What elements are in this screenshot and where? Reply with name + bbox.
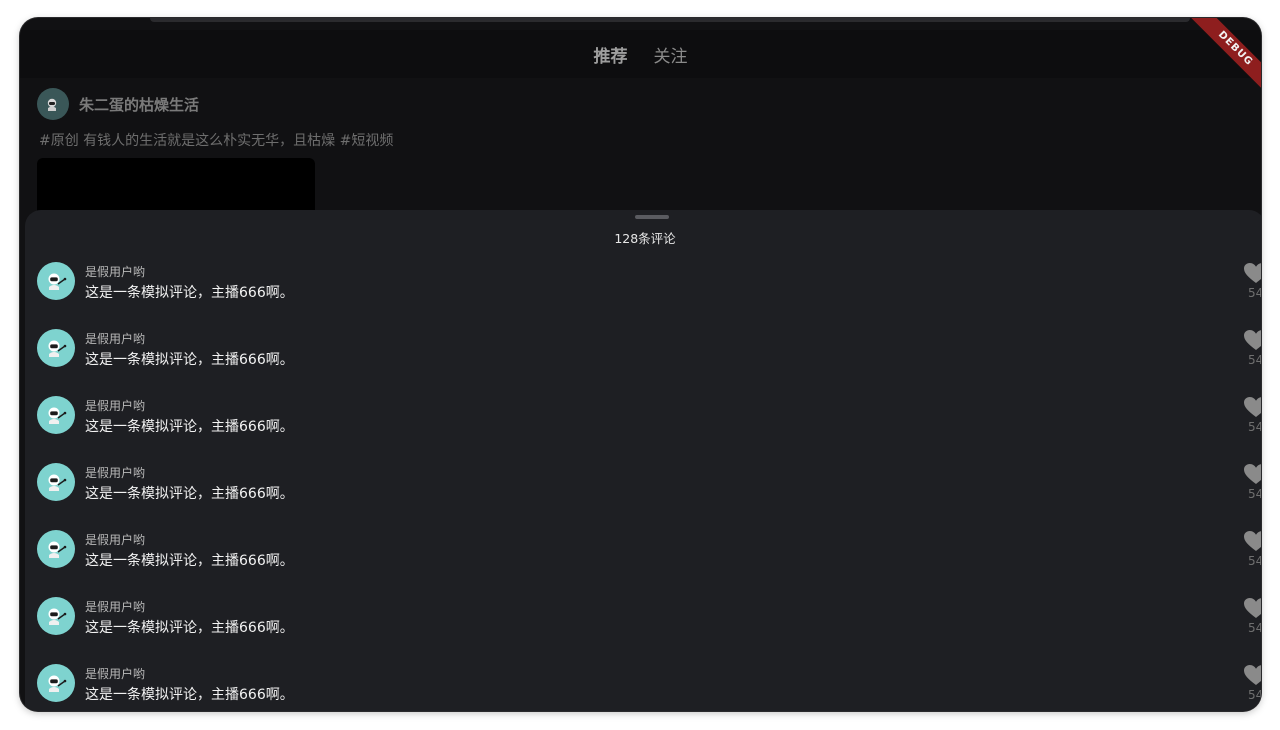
heart-icon[interactable] <box>1243 597 1261 619</box>
like-button[interactable]: 54 <box>1243 262 1261 302</box>
like-button[interactable]: 54 <box>1243 530 1261 570</box>
comment-text: 这是一条模拟评论，主播666啊。 <box>85 553 294 569</box>
comment-text: 这是一条模拟评论，主播666啊。 <box>85 419 294 435</box>
like-count: 54 <box>1248 420 1261 434</box>
author-avatar-icon[interactable] <box>37 88 69 120</box>
comments-count-title: 128条评论 <box>614 231 676 246</box>
comment-item: 是假用户哟 这是一条模拟评论，主播666啊。 54 <box>25 463 1261 530</box>
feed-tabs: 推荐 关注 <box>20 30 1261 78</box>
like-count: 54 <box>1248 621 1261 635</box>
video-description: #原创 有钱人的生活就是这么朴实无华，且枯燥 #短视频 <box>39 133 394 149</box>
app-screen: 推荐 关注 DEBUG 朱二蛋的枯燥生活 #原创 有钱人的生活就是这么朴实无华，… <box>20 18 1261 711</box>
comment-text: 这是一条模拟评论，主播666啊。 <box>85 352 294 368</box>
status-strip <box>150 18 1190 22</box>
comment-item: 是假用户哟 这是一条模拟评论，主播666啊。 54 <box>25 329 1261 396</box>
author-name[interactable]: 朱二蛋的枯燥生活 <box>79 94 199 115</box>
video-player[interactable] <box>37 158 315 218</box>
astronaut-avatar-icon[interactable] <box>37 262 75 300</box>
astronaut-avatar-icon[interactable] <box>37 329 75 367</box>
astronaut-avatar-icon[interactable] <box>37 530 75 568</box>
heart-icon[interactable] <box>1243 329 1261 351</box>
comment-username[interactable]: 是假用户哟 <box>85 531 145 548</box>
sheet-drag-handle[interactable] <box>635 215 669 219</box>
comment-item: 是假用户哟 这是一条模拟评论，主播666啊。 54 <box>25 262 1261 329</box>
comment-list: 是假用户哟 这是一条模拟评论，主播666啊。 54 是假用户哟 这是一条模拟评论… <box>25 262 1261 711</box>
comment-text: 这是一条模拟评论，主播666啊。 <box>85 620 294 636</box>
comment-item: 是假用户哟 这是一条模拟评论，主播666啊。 54 <box>25 597 1261 664</box>
comment-username[interactable]: 是假用户哟 <box>85 263 145 280</box>
like-button[interactable]: 54 <box>1243 664 1261 704</box>
like-button[interactable]: 54 <box>1243 329 1261 369</box>
heart-icon[interactable] <box>1243 463 1261 485</box>
like-count: 54 <box>1248 286 1261 300</box>
comment-text: 这是一条模拟评论，主播666啊。 <box>85 687 294 703</box>
comment-text: 这是一条模拟评论，主播666啊。 <box>85 285 294 301</box>
like-count: 54 <box>1248 688 1261 702</box>
comment-item: 是假用户哟 这是一条模拟评论，主播666啊。 54 <box>25 530 1261 597</box>
like-count: 54 <box>1248 487 1261 501</box>
comment-text: 这是一条模拟评论，主播666啊。 <box>85 486 294 502</box>
like-button[interactable]: 54 <box>1243 463 1261 503</box>
heart-icon[interactable] <box>1243 262 1261 284</box>
comment-username[interactable]: 是假用户哟 <box>85 464 145 481</box>
like-count: 54 <box>1248 554 1261 568</box>
tab-recommend[interactable]: 推荐 <box>594 42 628 67</box>
astronaut-avatar-icon[interactable] <box>37 664 75 702</box>
comment-username[interactable]: 是假用户哟 <box>85 665 145 682</box>
feed-author[interactable]: 朱二蛋的枯燥生活 <box>37 88 199 120</box>
astronaut-avatar-icon[interactable] <box>37 396 75 434</box>
astronaut-avatar-icon[interactable] <box>37 597 75 635</box>
top-navigation-bar: 推荐 关注 <box>20 30 1261 78</box>
comment-item: 是假用户哟 这是一条模拟评论，主播666啊。 54 <box>25 396 1261 463</box>
heart-icon[interactable] <box>1243 396 1261 418</box>
comment-item: 是假用户哟 这是一条模拟评论，主播666啊。 54 <box>25 664 1261 711</box>
comments-sheet: 128条评论 是假用户哟 这是一条模拟评论，主播666啊。 54 是假用户哟 这… <box>25 210 1261 711</box>
heart-icon[interactable] <box>1243 530 1261 552</box>
like-button[interactable]: 54 <box>1243 396 1261 436</box>
like-button[interactable]: 54 <box>1243 597 1261 637</box>
comment-username[interactable]: 是假用户哟 <box>85 397 145 414</box>
like-count: 54 <box>1248 353 1261 367</box>
astronaut-avatar-icon[interactable] <box>37 463 75 501</box>
comment-username[interactable]: 是假用户哟 <box>85 330 145 347</box>
tab-following[interactable]: 关注 <box>654 42 688 67</box>
heart-icon[interactable] <box>1243 664 1261 686</box>
comment-username[interactable]: 是假用户哟 <box>85 598 145 615</box>
